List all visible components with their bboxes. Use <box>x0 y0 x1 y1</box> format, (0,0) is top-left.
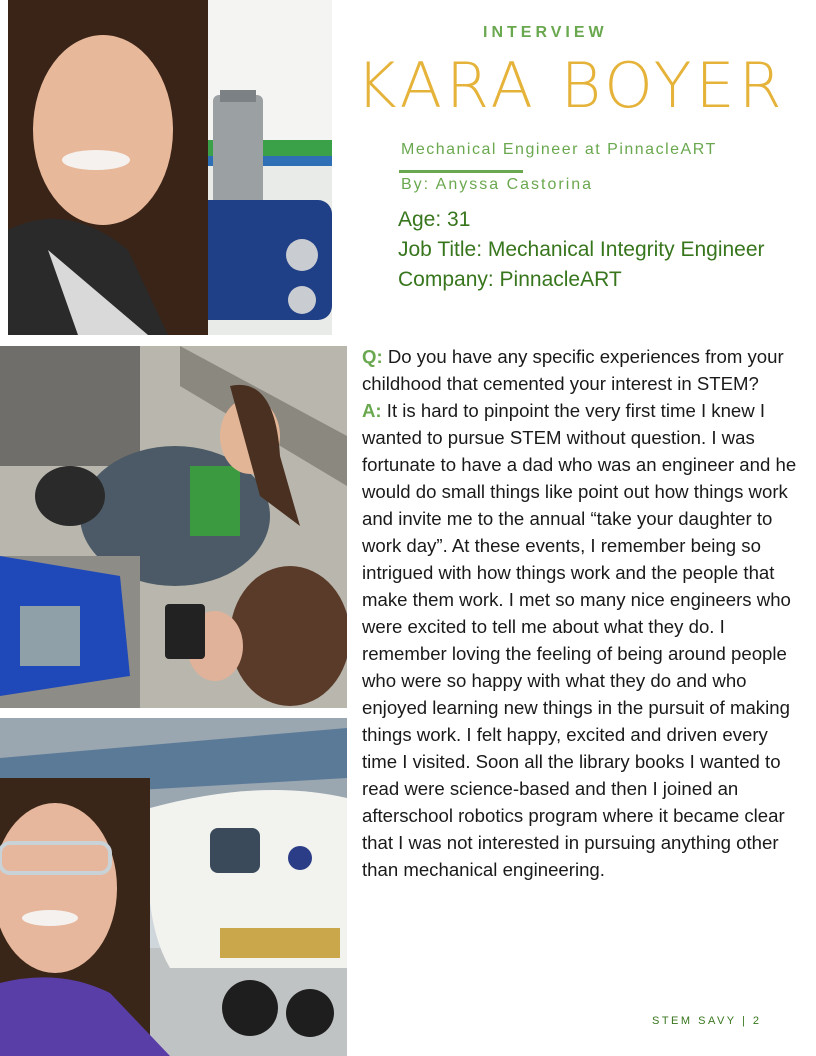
photo-selfie-nasa-vehicle <box>0 718 347 1056</box>
photo-students-robotics <box>0 346 347 708</box>
fact-age: Age: 31 <box>398 208 471 231</box>
answer-paragraph: A: It is hard to pinpoint the very first… <box>362 397 800 883</box>
interview-kicker: INTERVIEW <box>483 24 608 41</box>
interviewee-name: KARA BOYER <box>356 49 786 122</box>
fact-job-title: Job Title: Mechanical Integrity Engineer <box>398 238 765 261</box>
profile-facts: Age: 31 Job Title: Mechanical Integrity … <box>398 205 765 295</box>
author-byline: By: Anyssa Castorina <box>401 176 594 193</box>
answer-label: A: <box>362 400 382 421</box>
page-footer: STEM SAVY | 2 <box>652 1015 762 1027</box>
interview-qa: Q: Do you have any specific experiences … <box>362 343 800 883</box>
photo-selfie-valve <box>8 0 332 335</box>
question-paragraph: Q: Do you have any specific experiences … <box>362 343 800 397</box>
fact-company: Company: PinnacleART <box>398 268 622 291</box>
subtitle-divider <box>399 170 523 173</box>
answer-text: It is hard to pinpoint the very first ti… <box>362 400 797 880</box>
question-label: Q: <box>362 346 383 367</box>
interviewee-subtitle: Mechanical Engineer at PinnacleART <box>401 141 717 158</box>
question-text: Do you have any specific experiences fro… <box>362 346 784 394</box>
